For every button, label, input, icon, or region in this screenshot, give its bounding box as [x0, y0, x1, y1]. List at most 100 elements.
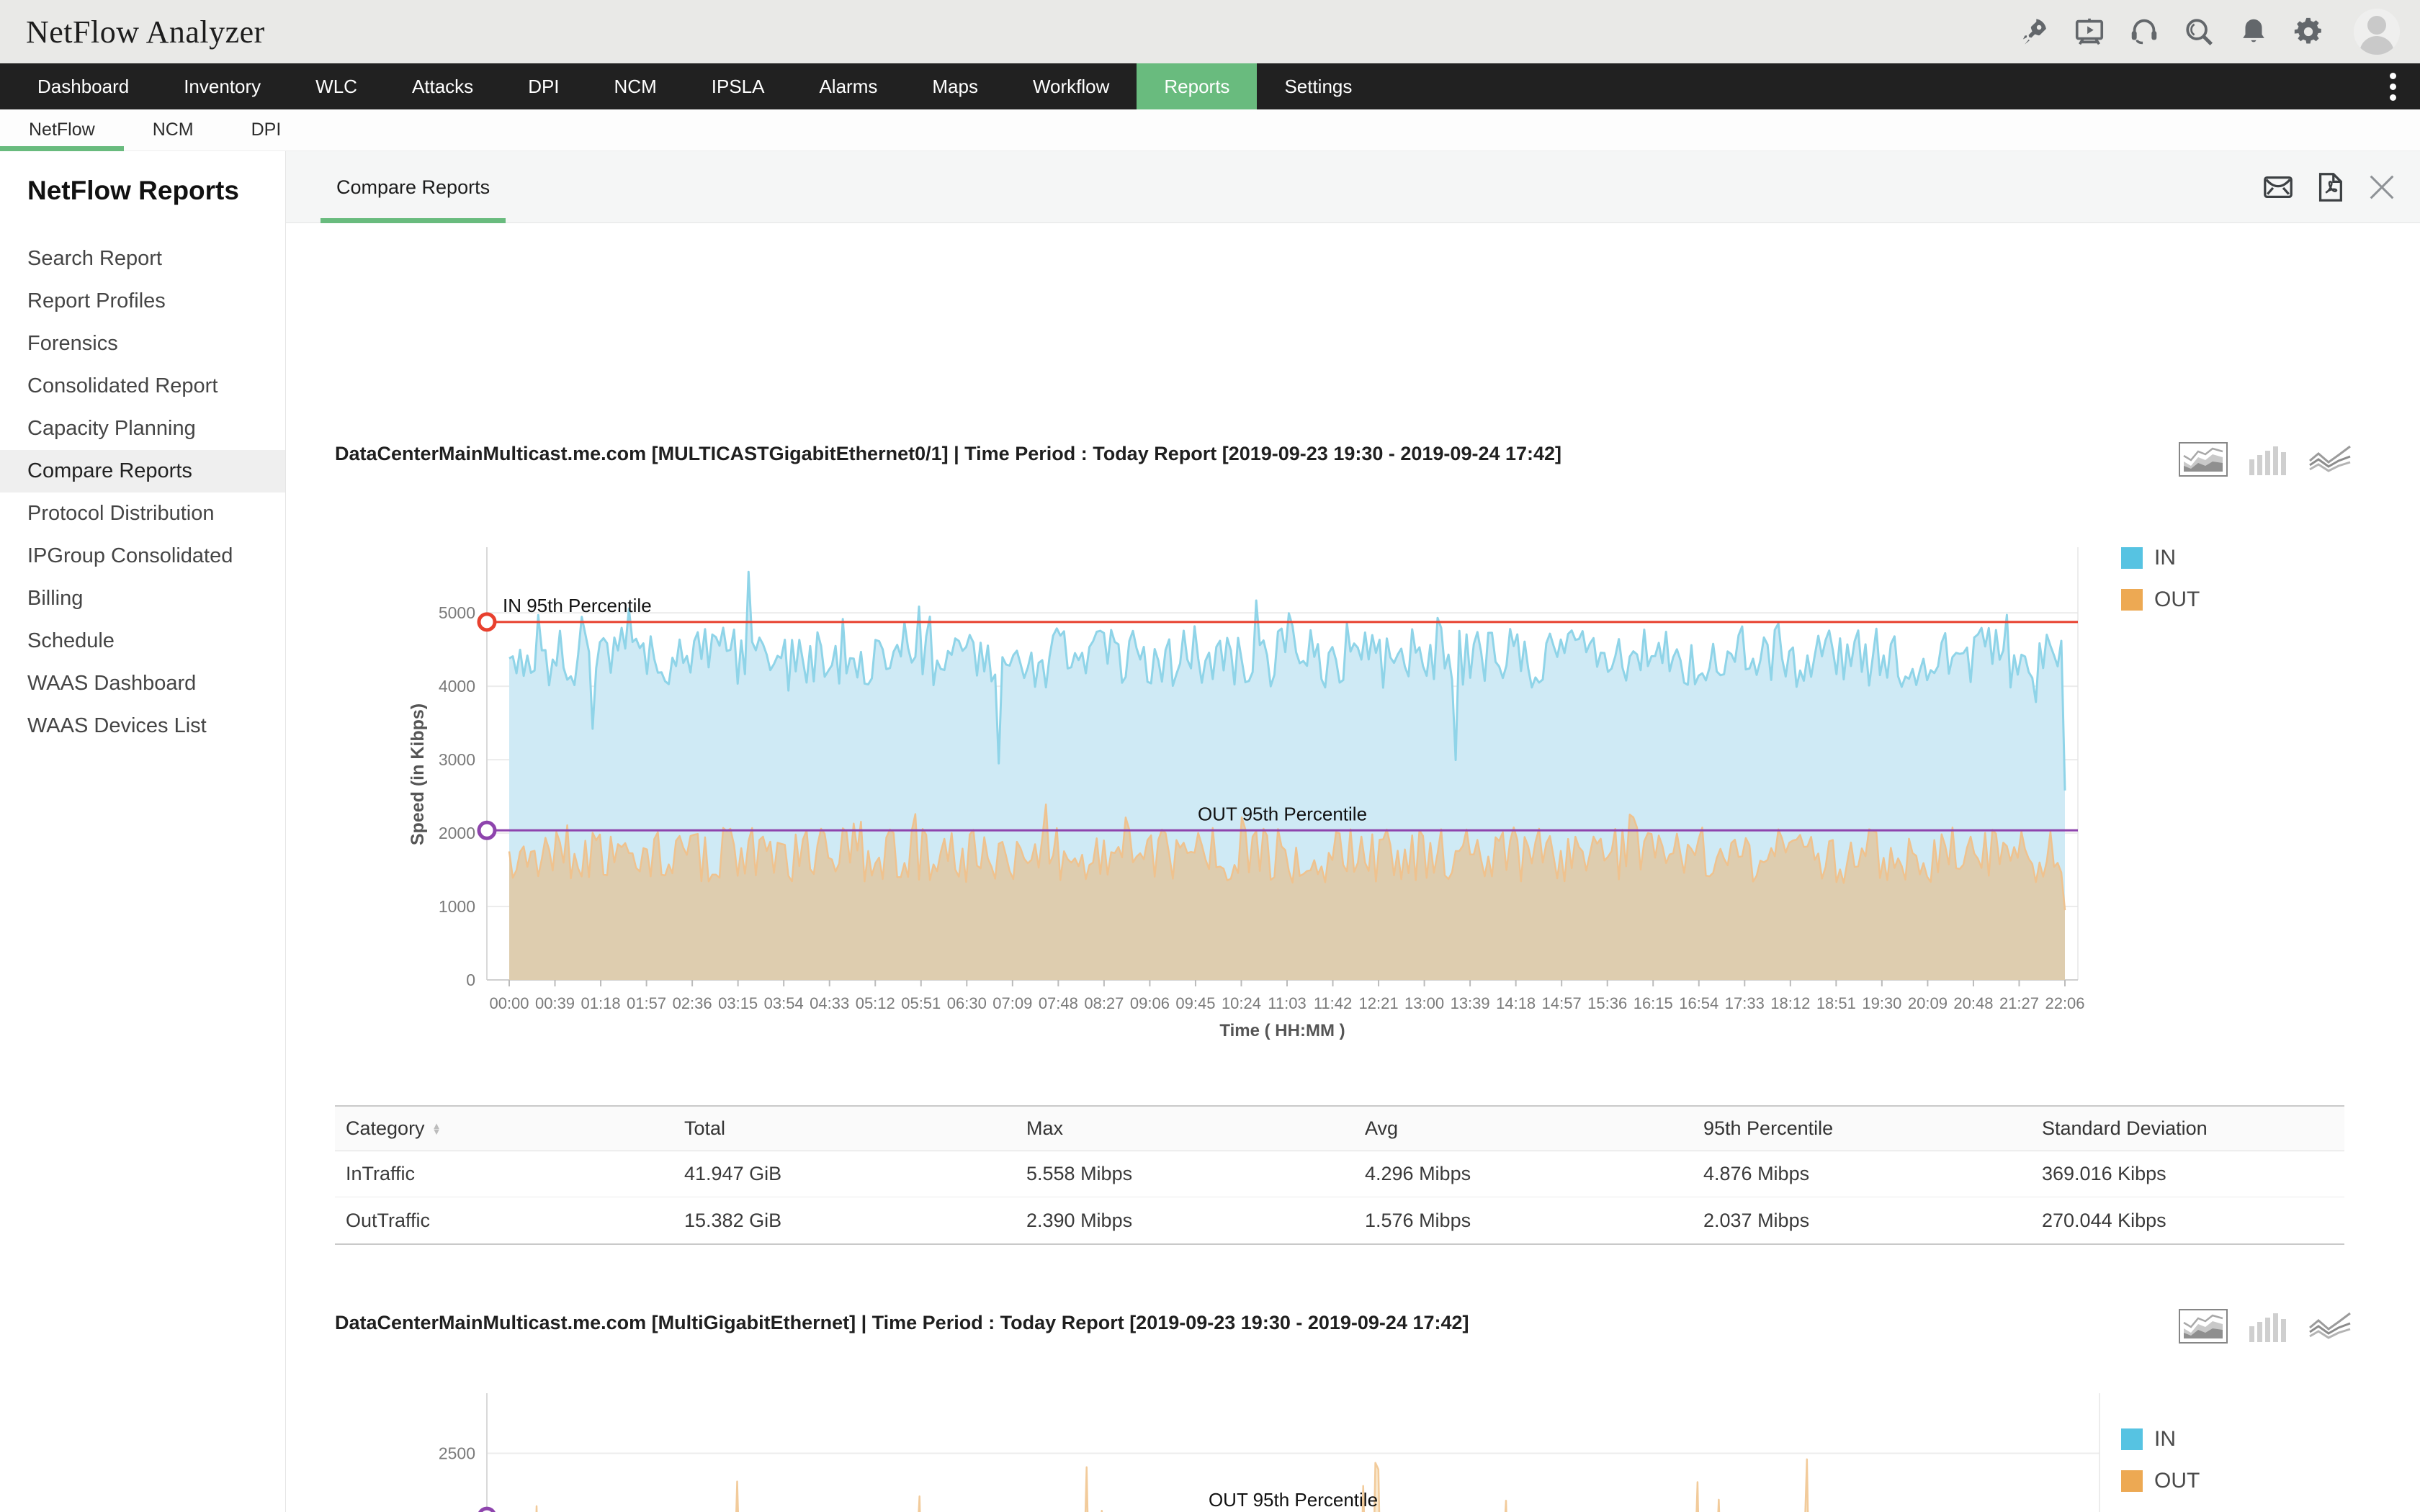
nav-item-dashboard[interactable]: Dashboard — [10, 63, 156, 109]
nav-item-maps[interactable]: Maps — [905, 63, 1005, 109]
svg-text:15:36: 15:36 — [1587, 994, 1627, 1012]
line-chart-icon[interactable] — [2308, 1309, 2352, 1344]
sidebar-item-billing[interactable]: Billing — [0, 577, 285, 620]
legend-out-label: OUT — [2154, 1469, 2200, 1493]
legend-in[interactable]: IN — [2121, 546, 2200, 570]
nav-item-ncm[interactable]: NCM — [587, 63, 684, 109]
svg-text:1000: 1000 — [439, 897, 475, 916]
training-video-icon[interactable] — [2073, 15, 2106, 48]
svg-text:14:18: 14:18 — [1496, 994, 1536, 1012]
legend-in[interactable]: IN — [2121, 1427, 2200, 1452]
svg-text:01:57: 01:57 — [627, 994, 666, 1012]
in-swatch — [2121, 1428, 2143, 1450]
out-swatch — [2121, 589, 2143, 611]
sidebar-item-compare-reports[interactable]: Compare Reports — [0, 450, 285, 492]
traffic-area-chart-2[interactable]: 05001000150020002500Speed (in Kibps)OUT … — [331, 1375, 2406, 1512]
sidebar-item-protocol-distribution[interactable]: Protocol Distribution — [0, 492, 285, 535]
svg-text:13:39: 13:39 — [1451, 994, 1490, 1012]
header-icon-bar — [2018, 9, 2400, 55]
cell-max: 5.558 Mibps — [1016, 1163, 1354, 1185]
nav-item-alarms[interactable]: Alarms — [792, 63, 905, 109]
col-total[interactable]: Total — [673, 1117, 1016, 1140]
svg-text:13:00: 13:00 — [1404, 994, 1444, 1012]
subtab-netflow[interactable]: NetFlow — [0, 109, 124, 150]
nav-item-attacks[interactable]: Attacks — [385, 63, 501, 109]
svg-text:4000: 4000 — [439, 677, 475, 696]
svg-text:IN 95th Percentile: IN 95th Percentile — [503, 595, 652, 616]
avatar-head — [2367, 16, 2386, 35]
svg-text:OUT 95th Percentile: OUT 95th Percentile — [1209, 1489, 1378, 1511]
close-icon[interactable] — [2365, 171, 2398, 204]
sidebar-item-waas-devices-list[interactable]: WAAS Devices List — [0, 705, 285, 747]
settings-gear-icon[interactable] — [2292, 15, 2325, 48]
main-content: Compare Reports DataCenterMainMulticast.… — [286, 151, 2420, 1512]
launch-icon[interactable] — [2018, 15, 2051, 48]
nav-item-reports[interactable]: Reports — [1137, 63, 1257, 109]
sidebar-item-waas-dashboard[interactable]: WAAS Dashboard — [0, 662, 285, 705]
kebab-menu-icon[interactable] — [2378, 63, 2407, 109]
svg-text:22:06: 22:06 — [2045, 994, 2084, 1012]
cell-stddev: 369.016 Kibps — [2031, 1163, 2344, 1185]
out-swatch — [2121, 1470, 2143, 1492]
chart-2-legend: IN OUT — [2121, 1427, 2200, 1493]
sidebar-item-schedule[interactable]: Schedule — [0, 620, 285, 662]
svg-text:17:33: 17:33 — [1725, 994, 1765, 1012]
col-max[interactable]: Max — [1016, 1117, 1354, 1140]
nav-item-wlc[interactable]: WLC — [288, 63, 385, 109]
email-icon[interactable] — [2262, 171, 2295, 204]
svg-text:2500: 2500 — [439, 1444, 475, 1462]
user-avatar[interactable] — [2354, 9, 2400, 55]
col-standard-deviation[interactable]: Standard Deviation — [2031, 1117, 2344, 1140]
support-headset-icon[interactable] — [2128, 15, 2161, 48]
cell-avg: 4.296 Mibps — [1354, 1163, 1693, 1185]
svg-text:11:42: 11:42 — [1314, 994, 1352, 1012]
bar-chart-icon[interactable] — [2248, 442, 2288, 477]
reports-sidebar: NetFlow Reports Search Report Report Pro… — [0, 151, 286, 1512]
sidebar-item-forensics[interactable]: Forensics — [0, 323, 285, 365]
col-avg[interactable]: Avg — [1354, 1117, 1693, 1140]
notifications-bell-icon[interactable] — [2237, 15, 2270, 48]
svg-text:20:09: 20:09 — [1908, 994, 1948, 1012]
sidebar-item-search-report[interactable]: Search Report — [0, 238, 285, 280]
tab-compare-reports[interactable]: Compare Reports — [321, 151, 506, 223]
col-95th-percentile[interactable]: 95th Percentile — [1693, 1117, 2031, 1140]
report-2-title: DataCenterMainMulticast.me.com [MultiGig… — [335, 1312, 1469, 1334]
nav-item-ipsla[interactable]: IPSLA — [684, 63, 792, 109]
nav-item-workflow[interactable]: Workflow — [1005, 63, 1137, 109]
sort-icon[interactable]: ▲▼ — [432, 1123, 442, 1135]
sidebar-item-consolidated-report[interactable]: Consolidated Report — [0, 365, 285, 408]
traffic-area-chart-1[interactable]: 01000200030004000500000:0000:3901:1801:5… — [331, 526, 2406, 1073]
area-chart-icon[interactable] — [2179, 442, 2228, 477]
svg-text:00:39: 00:39 — [535, 994, 575, 1012]
svg-text:Speed (in Kibps): Speed (in Kibps) — [408, 703, 428, 845]
legend-out[interactable]: OUT — [2121, 588, 2200, 612]
area-chart-icon[interactable] — [2179, 1309, 2228, 1344]
legend-in-label: IN — [2154, 1427, 2176, 1452]
subtab-dpi[interactable]: DPI — [223, 109, 310, 150]
sidebar-item-report-profiles[interactable]: Report Profiles — [0, 280, 285, 323]
pdf-export-icon[interactable] — [2313, 171, 2347, 204]
svg-text:Time ( HH:MM ): Time ( HH:MM ) — [1219, 1021, 1345, 1040]
nav-item-settings[interactable]: Settings — [1257, 63, 1379, 109]
search-icon[interactable] — [2182, 15, 2215, 48]
subtab-ncm[interactable]: NCM — [124, 109, 223, 150]
report-1-chart-type-selector — [2179, 442, 2352, 477]
svg-text:19:30: 19:30 — [1862, 994, 1901, 1012]
svg-text:12:21: 12:21 — [1359, 994, 1399, 1012]
col-category[interactable]: Category ▲▼ — [335, 1117, 673, 1140]
sidebar-item-capacity-planning[interactable]: Capacity Planning — [0, 408, 285, 450]
svg-text:07:09: 07:09 — [992, 994, 1032, 1012]
avatar-body — [2360, 36, 2394, 55]
svg-text:03:54: 03:54 — [764, 994, 804, 1012]
svg-text:05:12: 05:12 — [856, 994, 895, 1012]
line-chart-icon[interactable] — [2308, 442, 2352, 477]
legend-out[interactable]: OUT — [2121, 1469, 2200, 1493]
report-actions — [2262, 151, 2398, 223]
svg-text:11:03: 11:03 — [1268, 994, 1306, 1012]
bar-chart-icon[interactable] — [2248, 1309, 2288, 1344]
nav-item-dpi[interactable]: DPI — [501, 63, 586, 109]
svg-text:21:27: 21:27 — [1999, 994, 2039, 1012]
sidebar-item-ipgroup-consolidated[interactable]: IPGroup Consolidated — [0, 535, 285, 577]
cell-category: OutTraffic — [335, 1210, 673, 1232]
nav-item-inventory[interactable]: Inventory — [156, 63, 288, 109]
